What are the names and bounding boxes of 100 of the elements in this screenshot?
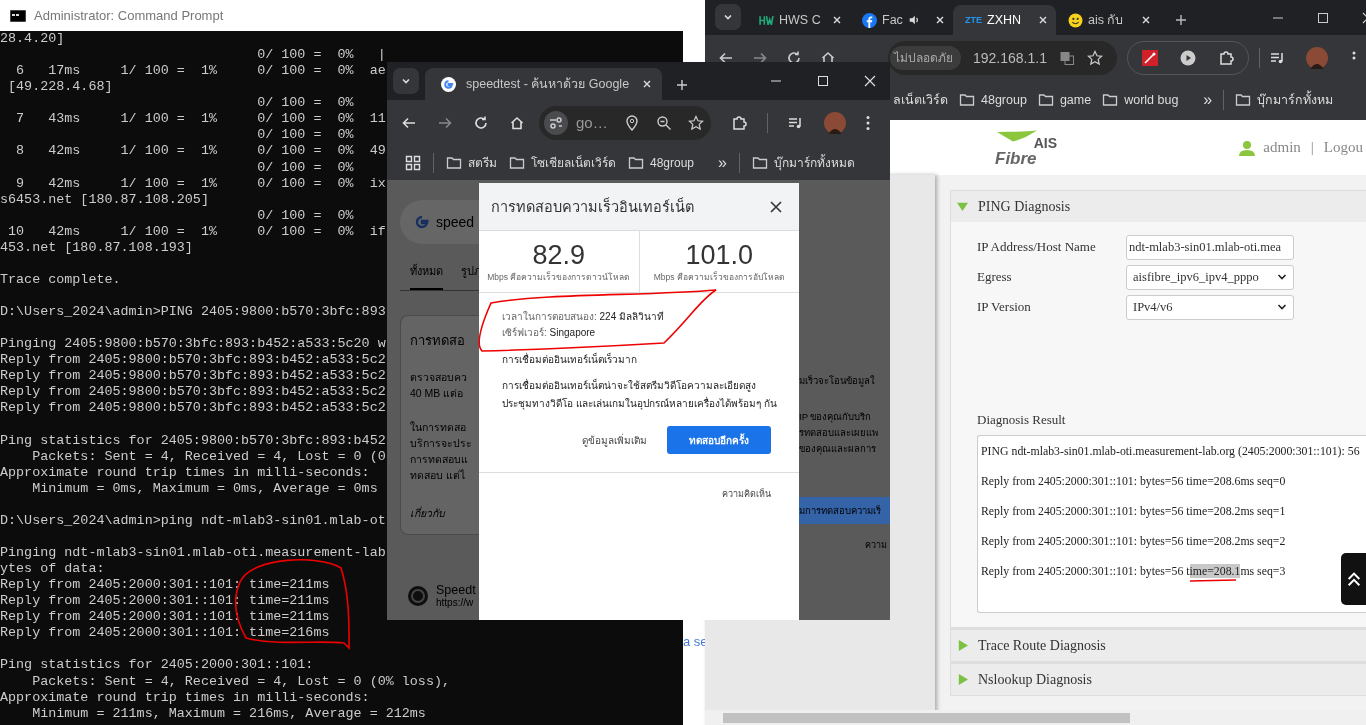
bookmark-folder[interactable]: game <box>1037 92 1092 108</box>
section-header[interactable]: Trace Route Diagnosis <box>951 629 1366 661</box>
dropdown[interactable]: aisfibre_ipv6_ipv4_pppo <box>1126 264 1294 290</box>
search-field[interactable]: speed <box>400 200 479 244</box>
home-icon[interactable] <box>509 114 525 131</box>
tab-title: speedtest - ค้นหาด้วย Google <box>466 76 630 93</box>
location-icon[interactable] <box>623 114 640 131</box>
facebook-icon <box>862 12 877 28</box>
user-name: admin <box>1263 139 1301 156</box>
console-line: [49.228.4.68] <box>7 79 113 96</box>
scroll-top-button[interactable] <box>1341 553 1366 605</box>
star-icon[interactable] <box>687 114 704 131</box>
puzzle-icon[interactable] <box>731 114 747 131</box>
speed-label: Mbps คือความเร็วของการอัปโหลด <box>653 270 785 284</box>
close-icon[interactable] <box>770 200 782 213</box>
retest-button[interactable]: ทดสอบอีกครั้ง <box>667 426 771 454</box>
feedback-link[interactable]: ความคิดเห็น <box>722 489 771 499</box>
console-line: D:\Users_2024\admin>PING 2405:9800:b570:3bfc:893 <box>0 304 386 321</box>
bookmark-folder[interactable]: ลเน็ตเวิร์ด <box>893 90 948 110</box>
bookmark-folder[interactable]: 48group <box>959 92 1027 108</box>
browser-tab[interactable]: HWS C <box>747 5 850 35</box>
bookmark-folder[interactable]: world bug <box>1102 92 1179 108</box>
browser-tab[interactable]: speedtest - ค้นหาด้วย Google <box>425 68 662 100</box>
about-link[interactable]: เกี่ยวกับ <box>410 505 479 522</box>
play-icon[interactable] <box>1179 49 1196 66</box>
console-line: Reply from 2405:9800:b570:3bfc:893:b452:a533:5c2 <box>0 400 386 417</box>
bookmark-folder[interactable]: บุ๊กมาร์กทั้งหมด <box>751 153 855 172</box>
avatar-icon[interactable] <box>1305 46 1328 69</box>
site-logo: ZTE <box>965 15 982 25</box>
folder-icon <box>1102 92 1119 108</box>
site-settings-icon <box>544 110 568 135</box>
console-line: 0/ 100 = 0% <box>256 95 354 112</box>
security-chip[interactable]: ไม่ปลอดภัย <box>890 45 961 70</box>
window-title: Administrator: Command Prompt <box>34 8 224 23</box>
console-line: 6 17ms 1/ 100 = 1% 0/ 100 = 0% ae <box>15 63 386 80</box>
section-header[interactable]: Nslookup Diagnosis <box>951 663 1366 695</box>
new-tab-icon[interactable] <box>1175 14 1187 26</box>
console-line: Reply from 2405:2000:301::101: time=216ms <box>0 625 330 642</box>
console-line: Minimum = 0ms, Maximum = 0ms, Average = 0ms <box>31 480 378 497</box>
tab-title: ais กับ <box>1088 12 1124 29</box>
address-bar[interactable]: go… <box>539 105 711 140</box>
console-line: Ping statistics for 2405:2000:301::101: <box>0 657 314 674</box>
console-icon <box>10 9 26 22</box>
wand-icon[interactable] <box>1141 49 1158 66</box>
console-line: 28.4.20] <box>0 31 65 48</box>
folder-icon <box>959 92 975 108</box>
separator: | <box>1310 139 1314 156</box>
browser-tab[interactable]: ZTE ZXHN <box>953 5 1056 35</box>
maximize-icon[interactable] <box>1317 11 1329 24</box>
more-info-button[interactable]: ดูข้อมูลเพิ่มเติม <box>582 432 647 448</box>
console-line: D:\Users_2024\admin>ping ndt-mlab3-sin01.mlab-ot <box>0 512 386 529</box>
avatar-icon[interactable] <box>824 111 846 134</box>
result-line: Reply from 2405:2000:301::101: bytes=56 time=208.2ms seq=1 <box>981 503 1287 520</box>
browser-tab[interactable]: Fac <box>850 5 953 35</box>
zoom-icon[interactable] <box>655 114 672 131</box>
card-text: ในการทดสอ <box>410 420 467 435</box>
card-text: ทดสอบ แต่ไ <box>410 468 466 483</box>
maximize-icon[interactable] <box>817 75 829 87</box>
section-header[interactable]: PING Diagnosis <box>951 191 1366 222</box>
triangle-icon <box>957 201 968 212</box>
double-chevron-icon <box>1345 571 1362 587</box>
more-bookmarks-button[interactable]: » <box>718 153 727 172</box>
card-text: การทดสอบแ <box>410 452 469 467</box>
section-title: Nslookup Diagnosis <box>978 671 1092 688</box>
console-line: 0/ 100 = 0% <box>256 207 354 224</box>
browser-tab[interactable]: ais กับ <box>1056 5 1159 35</box>
star-icon[interactable] <box>1086 49 1103 66</box>
console-line: Approximate round trip times in milli-seconds: <box>0 689 370 706</box>
console-line: 453.net [180.87.108.193] <box>0 239 193 256</box>
new-tab-icon[interactable] <box>676 79 688 91</box>
card-text: รทดสอบและเผยแพ <box>799 426 879 440</box>
input-field[interactable]: ndt-mlab3-sin01.mlab-oti.mea <box>1126 234 1294 260</box>
more-bookmarks-button[interactable]: » <box>1203 91 1213 109</box>
console-line: Trace complete. <box>0 271 121 288</box>
console-line: 10 42ms 1/ 100 = 1% 0/ 100 = 0% if <box>7 223 386 240</box>
tab-list-button[interactable] <box>393 68 419 94</box>
card-title: การทดสอ <box>410 332 466 350</box>
url-text: go… <box>576 114 608 131</box>
puzzle-icon[interactable] <box>1217 49 1234 66</box>
folder-icon <box>1235 92 1252 108</box>
menu-icon[interactable] <box>866 114 870 131</box>
tab-list-button[interactable] <box>715 4 741 30</box>
dropdown[interactable]: IPv4/v6 <box>1126 294 1294 320</box>
section-title: PING Diagnosis <box>978 198 1071 215</box>
logout-link[interactable]: Logou <box>1323 139 1363 156</box>
user-icon <box>1239 139 1256 156</box>
field-label: IP Address/Host Name <box>977 239 1097 255</box>
address-bar[interactable]: ไม่ปลอดภัย 192.168.1.1 <box>888 40 1117 75</box>
start-test-button[interactable]: มการทดสอบความเร็ <box>799 497 890 524</box>
apps-icon[interactable] <box>405 154 421 171</box>
reload-icon[interactable] <box>473 114 489 131</box>
bookmark-folder[interactable]: โซเชียลเน็ตเวิร์ด <box>509 153 616 172</box>
bookmark-folder[interactable]: สตรีม <box>446 153 497 172</box>
bookmark-folder[interactable]: บุ๊กมาร์กทั้งหม <box>1235 90 1334 110</box>
bookmark-folder[interactable]: 48group <box>628 154 695 171</box>
result-line: Reply from 2405:2000:301::101: bytes=56 time=208.6ms seq=0 <box>981 473 1287 490</box>
console-line: Reply from 2405:9800:b570:3bfc:893:b452:a533:5c2 <box>0 368 386 385</box>
google-icon <box>441 76 456 92</box>
section-title: Trace Route Diagnosis <box>978 637 1106 654</box>
detail-text: เวลาในการตอบสนอง: 224 มิลลิวินาที <box>502 310 666 324</box>
